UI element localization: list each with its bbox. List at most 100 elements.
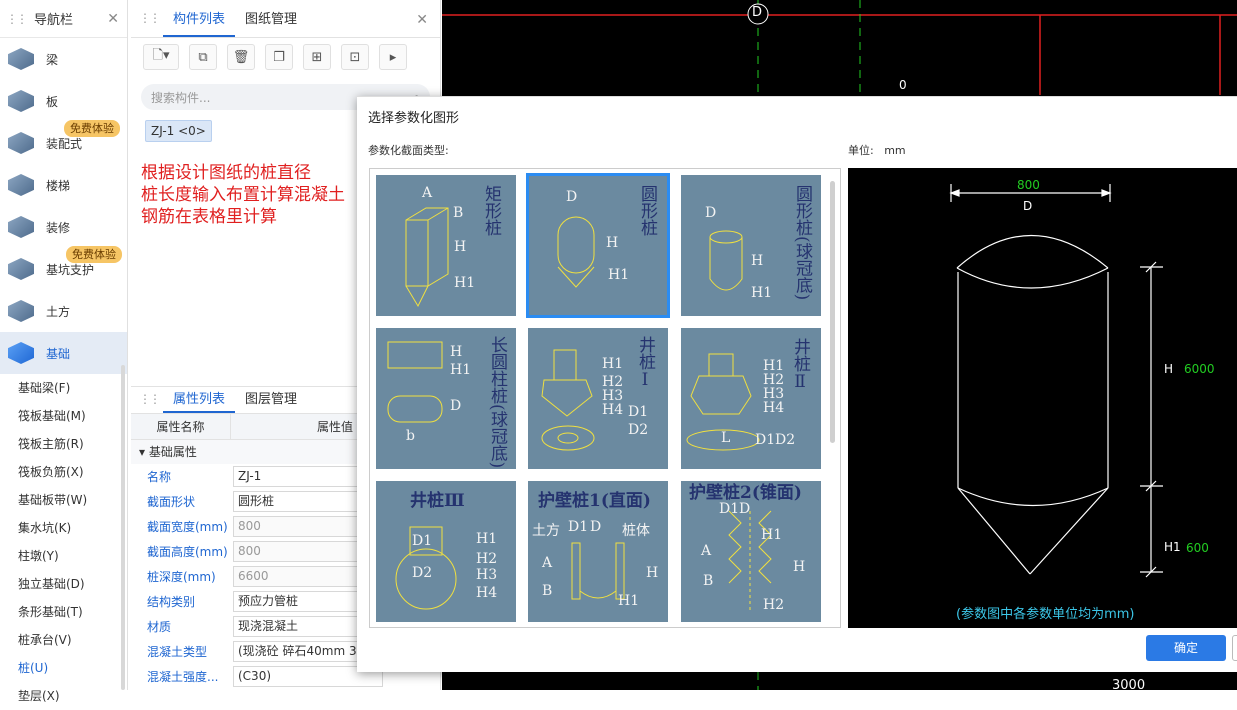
- shape-param-label: H1: [602, 356, 624, 372]
- nav-subitem[interactable]: 条形基础(T): [0, 598, 127, 626]
- nav-category[interactable]: 楼梯: [0, 164, 127, 206]
- close-icon[interactable]: ✕: [107, 11, 119, 27]
- nav-scrollbar[interactable]: [121, 365, 125, 690]
- nav-title: 导航栏: [34, 13, 74, 28]
- shape-option[interactable]: 井桩Ⅰ H1 H2 H3 H4 D1 D2: [528, 328, 668, 469]
- shape-param-label: H1: [476, 531, 498, 547]
- shape-param-label: D2: [412, 565, 433, 581]
- shape-option[interactable]: 护壁桩2(锥面) D1 D A B H1 H H2: [681, 481, 821, 622]
- category-icon: [8, 300, 34, 322]
- nav-subitem[interactable]: 筏板基础(M): [0, 402, 127, 430]
- new-component-button[interactable]: 🗋▾: [143, 44, 179, 70]
- component-tabs: ⋮⋮ 构件列表 图纸管理 ✕: [131, 0, 440, 38]
- category-icon: [8, 216, 34, 238]
- nav-header: ⋮⋮ 导航栏 ✕: [0, 0, 127, 38]
- copy-button[interactable]: ⧉: [189, 44, 217, 70]
- nav-category[interactable]: 板: [0, 80, 127, 122]
- drag-handle-icon[interactable]: ⋮⋮: [139, 11, 161, 25]
- select-shape-dialog: 选择参数化图形 参数化截面类型: 单位: mm 矩形桩 A B H H1 圆形桩 D H H1 圆…: [357, 96, 1237, 672]
- shape-option[interactable]: 圆形桩(球冠底) D H H1: [681, 175, 821, 316]
- shape-param-label: H4: [763, 400, 785, 416]
- nav-category[interactable]: 基础: [0, 332, 127, 374]
- nav-category[interactable]: 梁: [0, 38, 127, 80]
- chevron-right-icon: ▸: [389, 49, 397, 65]
- property-name: 材质: [147, 620, 172, 634]
- tab-property-list[interactable]: 属性列表: [163, 388, 236, 413]
- nav-subitem[interactable]: 桩承台(V): [0, 626, 127, 654]
- nav-subitem[interactable]: 集水坑(K): [0, 514, 127, 542]
- preview-h-value: 6000: [1184, 362, 1215, 376]
- shape-param-label: H3: [476, 567, 498, 583]
- import-button[interactable]: ⊞: [303, 44, 331, 70]
- shape-param-label: H: [793, 559, 806, 575]
- nav-subitem[interactable]: 筏板主筋(R): [0, 430, 127, 458]
- shape-option[interactable]: 井桩Ⅲ D1 D2 H1 H2 H3 H4: [376, 481, 516, 622]
- shape-option[interactable]: 圆形桩 D H H1: [526, 173, 670, 318]
- category-label: 装配式: [46, 136, 83, 151]
- shape-param-label: D: [590, 519, 602, 535]
- category-label: 基坑支护: [46, 262, 95, 277]
- duplicate-button[interactable]: ❐: [265, 44, 293, 70]
- category-label: 土方: [46, 304, 71, 319]
- shape-param-label: 桩体: [622, 523, 650, 539]
- shape-param-label: D: [739, 501, 751, 517]
- trial-badge: 免费体验: [66, 246, 122, 263]
- delete-button[interactable]: 🗑: [227, 44, 255, 70]
- close-icon[interactable]: ✕: [416, 12, 428, 28]
- shape-option[interactable]: 井桩Ⅱ H1 H2 H3 H4 L D1 D2: [681, 328, 821, 469]
- shape-param-label: H2: [763, 597, 785, 613]
- shape-param-label: 土方: [532, 523, 560, 539]
- shape-option[interactable]: 矩形桩 A B H H1: [376, 175, 516, 316]
- unit-caption: 单位:: [848, 144, 874, 157]
- gallery-scrollbar[interactable]: [830, 181, 835, 443]
- preview-width-label: D: [1023, 199, 1033, 213]
- nav-subitem[interactable]: 基础板带(W): [0, 486, 127, 514]
- cad-text: 0: [899, 78, 907, 92]
- shape-title: 井桩Ⅰ: [635, 336, 655, 390]
- shape-param-label: B: [453, 205, 464, 221]
- shape-param-label: H: [450, 344, 463, 360]
- search-placeholder: 搜索构件...: [151, 90, 211, 105]
- col-name: 属性名称: [131, 414, 231, 439]
- drag-handle-icon[interactable]: ⋮⋮: [139, 392, 161, 406]
- nav-category[interactable]: 装配式 免费体验: [0, 120, 127, 164]
- nav-subitem[interactable]: 基础梁(F): [0, 374, 127, 402]
- shape-param-label: H2: [476, 551, 498, 567]
- collapse-icon[interactable]: ▾: [139, 445, 145, 459]
- category-icon: [8, 174, 34, 196]
- cancel-button[interactable]: [1232, 635, 1237, 661]
- unit-value: mm: [884, 144, 906, 157]
- duplicate-icon: ❐: [273, 49, 285, 65]
- component-item[interactable]: ZJ-1 <0>: [145, 120, 212, 142]
- shape-param-label: H1: [761, 527, 783, 543]
- shape-option[interactable]: 长圆柱桩(球冠底) H H1 Db: [376, 328, 516, 469]
- ok-button[interactable]: 确定: [1146, 635, 1226, 661]
- drag-handle-icon[interactable]: ⋮⋮: [6, 12, 28, 26]
- preview-h1-value: 600: [1186, 541, 1209, 555]
- shape-param-label: L: [721, 430, 731, 446]
- nav-category[interactable]: 装修: [0, 206, 127, 248]
- tab-component-list[interactable]: 构件列表: [163, 8, 236, 37]
- nav-category[interactable]: 基坑支护 免费体验: [0, 246, 127, 290]
- nav-subitem[interactable]: 筏板负筋(X): [0, 458, 127, 486]
- nav-category[interactable]: 土方: [0, 290, 127, 332]
- tab-layer-management[interactable]: 图层管理: [235, 388, 307, 413]
- shape-gallery: 矩形桩 A B H H1 圆形桩 D H H1 圆形桩(球冠底) D H H1 长圆柱桩(球冠底) H H1 D…: [369, 168, 841, 628]
- axis-marker: D: [752, 5, 763, 20]
- new-file-icon: 🗋▾: [152, 48, 170, 63]
- nav-subitem[interactable]: 桩(U): [0, 654, 127, 682]
- shape-param-label: H4: [602, 402, 624, 418]
- more-button[interactable]: ▸: [379, 44, 407, 70]
- shape-option[interactable]: 护壁桩1(直面) 土方 D1 D 桩体 A B H H1: [528, 481, 668, 622]
- nav-subitem[interactable]: 独立基础(D): [0, 570, 127, 598]
- shape-title: 护壁桩1(直面): [538, 491, 651, 511]
- export-button[interactable]: ⊡: [341, 44, 369, 70]
- shape-param-label: D: [450, 398, 462, 414]
- shape-param-label: D: [705, 205, 717, 221]
- preview-note: (参数图中各参数单位均为mm): [956, 607, 1135, 622]
- preview-width-value: 800: [1017, 178, 1040, 192]
- nav-subitem[interactable]: 柱墩(Y): [0, 542, 127, 570]
- annotation-note: 根据设计图纸的桩直径 桩长度输入布置计算混凝土 钢筋在表格里计算: [141, 162, 345, 228]
- tab-drawing-management[interactable]: 图纸管理: [235, 8, 307, 37]
- nav-subitem[interactable]: 垫层(X): [0, 682, 127, 710]
